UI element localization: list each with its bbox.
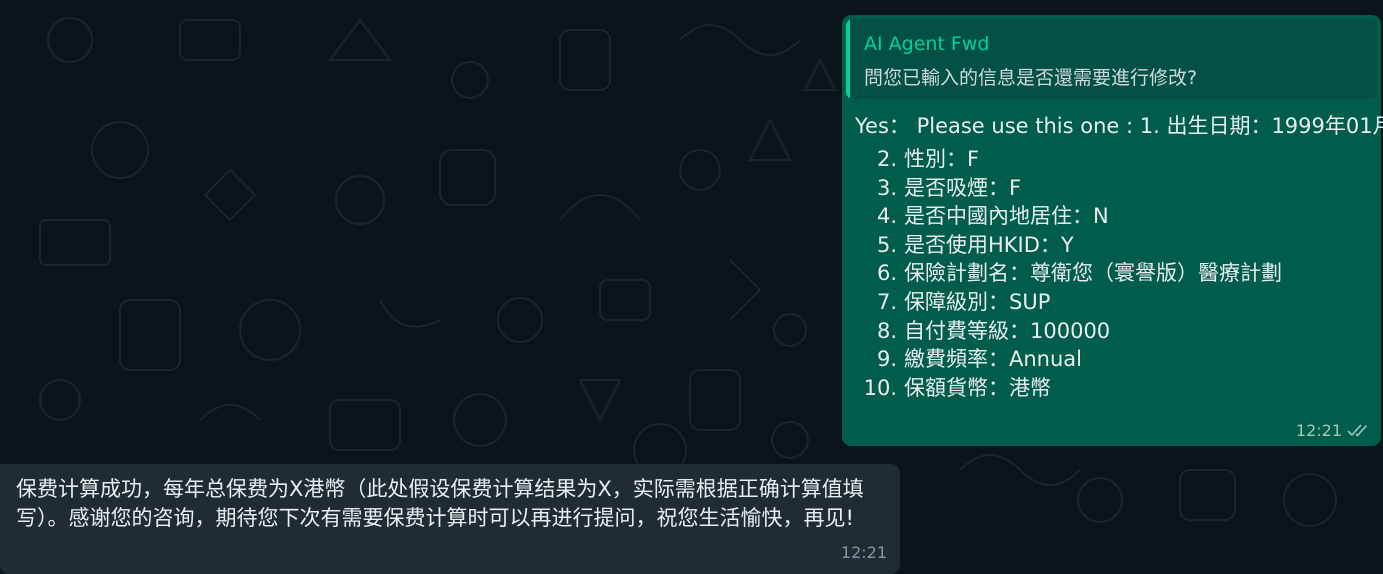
- list-item-text: 是否吸煙：F: [904, 175, 1022, 200]
- list-item-text: 保額貨幣：港幣: [904, 375, 1051, 400]
- message-time: 12:21: [840, 543, 887, 562]
- list-item-text: 保險計劃名：尊衛您（寰譽版）醫療計劃: [904, 261, 1282, 286]
- quoted-message[interactable]: AI Agent Fwd 問您已輸入的信息是否還需要進行修改?: [846, 19, 1377, 99]
- message-list: 2. 性別：F 3. 是否吸煙：F 4. 是否中國內地居住：N 5. 是否使用HKID：…: [842, 145, 1282, 402]
- list-item: 5. 是否使用HKID：Y: [842, 231, 1282, 260]
- list-item-text: 自付費等級：100000: [904, 318, 1111, 343]
- list-item: 10. 保額貨幣：港幣: [842, 374, 1282, 403]
- list-item-text: 繳費頻率：Annual: [904, 347, 1082, 372]
- incoming-message-text: 保费计算成功，每年总保费为X港幣（此处假设保费计算结果为X，实际需根据正确计算值…: [16, 477, 864, 530]
- list-item: 4. 是否中國內地居住：N: [842, 202, 1282, 231]
- list-item-number: 10.: [863, 375, 897, 400]
- message-meta: 12:21: [1296, 418, 1371, 442]
- list-item-number: 8.: [876, 318, 897, 343]
- quote-accent-bar: [846, 19, 850, 99]
- message-time: 12:21: [1295, 420, 1342, 440]
- list-item-number: 3.: [876, 175, 897, 200]
- list-item-text: 保障級別：SUP: [904, 289, 1051, 314]
- list-item: 8. 自付費等級：100000: [842, 317, 1282, 346]
- list-item-number: 2.: [876, 147, 897, 171]
- quoted-author: AI Agent Fwd: [864, 33, 990, 55]
- list-item: 7. 保障級別：SUP: [842, 288, 1282, 317]
- message-first-line: Yes： Please use this one : 1. 出生日期：1999年…: [855, 114, 1383, 138]
- list-item-number: 4.: [876, 204, 897, 229]
- double-check-icon: [1347, 424, 1368, 437]
- list-item-text: 性別：F: [904, 147, 980, 171]
- quoted-text: 問您已輸入的信息是否還需要進行修改?: [864, 67, 1198, 89]
- list-item-number: 9.: [876, 347, 897, 372]
- list-item: 6. 保險計劃名：尊衛您（寰譽版）醫療計劃: [842, 259, 1282, 288]
- incoming-message-bubble[interactable]: 保费计算成功，每年总保费为X港幣（此处假设保费计算结果为X，实际需根据正确计算值…: [0, 464, 900, 574]
- list-item-number: 6.: [876, 261, 897, 286]
- list-item-number: 5.: [876, 232, 897, 257]
- list-item: 2. 性別：F: [842, 145, 1282, 174]
- list-item-number: 7.: [876, 289, 897, 314]
- list-item: 9. 繳費頻率：Annual: [842, 345, 1282, 374]
- list-item: 3. 是否吸煙：F: [842, 174, 1282, 203]
- list-item-text: 是否使用HKID：Y: [904, 232, 1074, 257]
- outgoing-message-bubble[interactable]: AI Agent Fwd 問您已輸入的信息是否還需要進行修改? Yes： Ple…: [842, 15, 1383, 446]
- list-item-text: 是否中國內地居住：N: [904, 204, 1109, 229]
